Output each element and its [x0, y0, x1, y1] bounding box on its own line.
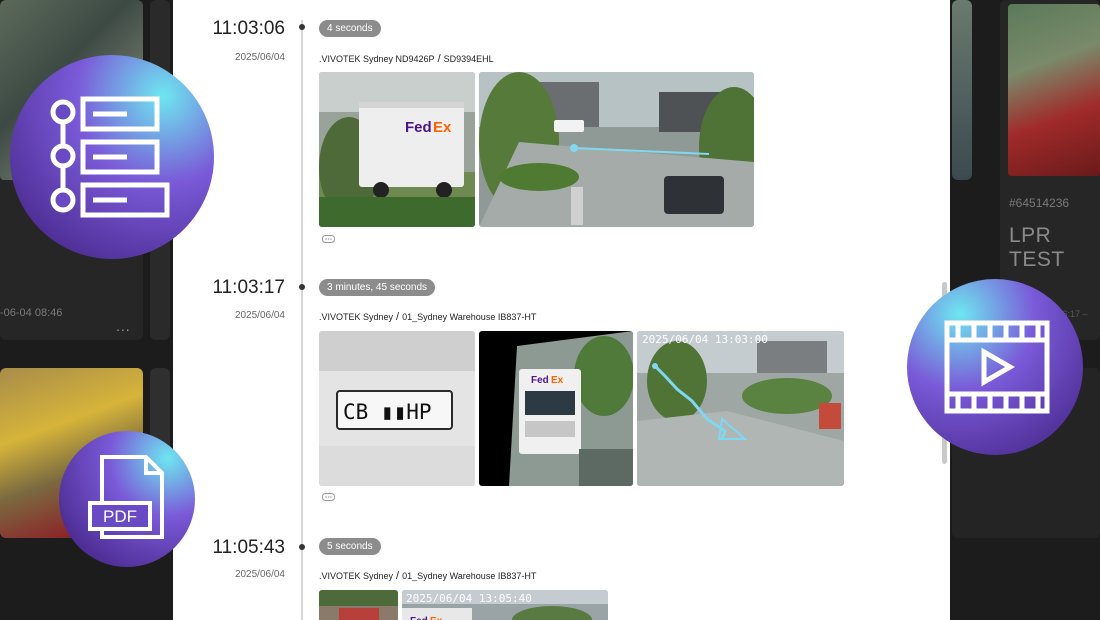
- timeline-feature-badge[interactable]: [9, 54, 215, 260]
- device-name: SD9394EHL: [443, 54, 494, 64]
- event-timeline-panel: 11:03:06 2025/06/04 4 seconds .VIVOTEK S…: [173, 0, 950, 620]
- path-separator: /: [396, 311, 400, 323]
- parking-trajectory-image: [479, 72, 754, 227]
- svg-text:Fed: Fed: [531, 375, 549, 386]
- snapshot-thumbnail[interactable]: Fed Ex: [479, 331, 633, 486]
- license-plate-image: CB ▮▮HP: [319, 331, 475, 486]
- camera-source[interactable]: .VIVOTEK Sydney ND9426P / SD9394EHL: [319, 53, 494, 65]
- path-separator: /: [437, 53, 441, 65]
- fedex-street-image: Fed Ex 2025/06/04 13:05:40: [402, 590, 608, 620]
- svg-text:Ex: Ex: [551, 375, 564, 386]
- duration-badge: 5 seconds: [319, 538, 381, 555]
- video-timestamp: 2025/06/04 13:03:00: [642, 333, 768, 346]
- driveway-trajectory-image: 2025/06/04 13:03:00: [637, 331, 844, 486]
- bg-image-red-car: [1008, 4, 1100, 176]
- timeline-dot: [299, 24, 305, 30]
- pdf-feature-badge[interactable]: PDF: [58, 430, 196, 568]
- fedex-van-image: Fed Ex: [319, 72, 475, 227]
- entry-date: 2025/06/04: [234, 52, 285, 63]
- timeline-dot: [299, 544, 305, 550]
- timeline-line: [301, 20, 303, 620]
- bg-card-id: #64514236: [1009, 196, 1070, 210]
- fedex-truck-image: Fed Ex: [479, 331, 633, 486]
- camera-name: .VIVOTEK Sydney: [319, 312, 394, 322]
- snapshot-thumbnail[interactable]: [479, 72, 754, 227]
- snapshot-thumbnail[interactable]: Fed Ex 2025/06/04 13:05:40: [402, 590, 608, 620]
- bg-card-title: LPR TEST: [1009, 224, 1065, 271]
- camera-name: .VIVOTEK Sydney: [319, 571, 394, 581]
- camera-source[interactable]: .VIVOTEK Sydney/01_Sydney Warehouse IB83…: [319, 570, 536, 582]
- snapshot-thumbnail[interactable]: CB ▮▮HP: [319, 331, 475, 486]
- entry-date: 2025/06/04: [234, 310, 285, 321]
- bg-card-timestamp: -06-04 08:46: [0, 307, 63, 319]
- entry-time: 11:03:17: [212, 277, 285, 298]
- timeline-dot: [299, 284, 305, 290]
- svg-text:Ex: Ex: [430, 616, 443, 620]
- bg-card-menu[interactable]: ...: [116, 318, 131, 334]
- camera-name: .VIVOTEK Sydney ND9426P: [319, 54, 435, 64]
- snapshot-thumbnail[interactable]: 2025/06/04 13:03:00: [637, 331, 844, 486]
- device-name: 01_Sydney Warehouse IB837-HT: [402, 312, 537, 322]
- bg-card-right-edge[interactable]: [952, 0, 972, 180]
- svg-text:Ex: Ex: [433, 119, 452, 136]
- svg-text:Fed: Fed: [410, 616, 428, 620]
- comment-icon[interactable]: [322, 235, 335, 245]
- snapshot-thumbnail[interactable]: Fed Ex: [319, 72, 475, 227]
- svg-text:Fed: Fed: [405, 119, 432, 136]
- video-timestamp: 2025/06/04 13:05:40: [406, 592, 532, 605]
- pdf-label: PDF: [103, 507, 137, 526]
- entry-date: 2025/06/04: [234, 569, 285, 580]
- storefront-image: [319, 590, 398, 620]
- path-separator: /: [396, 570, 400, 582]
- snapshot-thumbnail[interactable]: [319, 590, 398, 620]
- device-name: 01_Sydney Warehouse IB837-HT: [402, 571, 537, 581]
- duration-badge: 4 seconds: [319, 20, 381, 37]
- duration-badge: 3 minutes, 45 seconds: [319, 279, 436, 296]
- screen: -06-04 08:46 ... #64514236 LPR TEST 2025…: [0, 0, 1100, 620]
- video-feature-badge[interactable]: [906, 278, 1084, 456]
- entry-time: 11:03:06: [212, 18, 285, 39]
- camera-source[interactable]: .VIVOTEK Sydney/01_Sydney Warehouse IB83…: [319, 311, 536, 323]
- entry-time: 11:05:43: [212, 537, 285, 558]
- comment-icon[interactable]: [322, 493, 335, 503]
- plate-text: CB ▮▮HP: [343, 400, 432, 424]
